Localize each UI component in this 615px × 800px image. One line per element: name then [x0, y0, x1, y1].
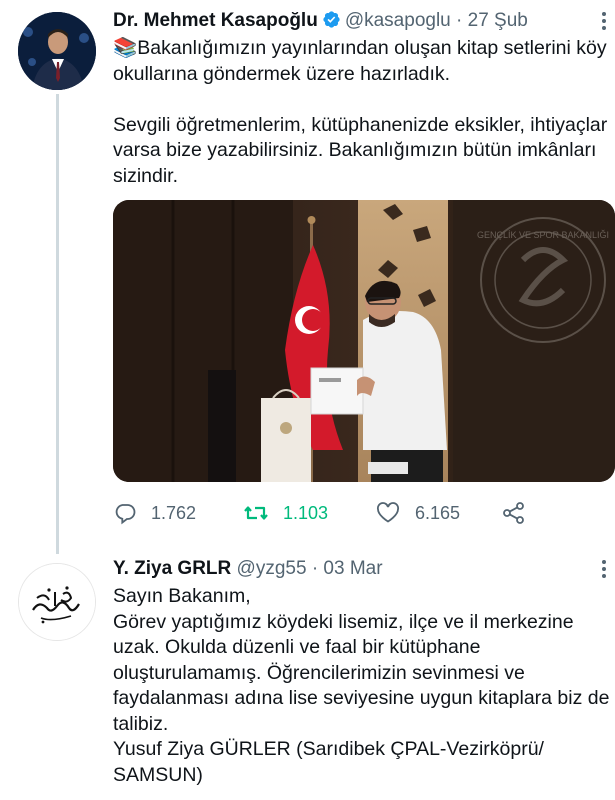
tweet1-text: 📚Bakanlığımızın yayınlarından oluşan kit… [113, 36, 613, 189]
tweet-photo[interactable]: GENÇLİK VE SPOR BAKANLIĞI [113, 200, 615, 482]
more-icon[interactable] [601, 560, 607, 582]
reply-button[interactable]: 1.762 [113, 497, 196, 529]
like-button[interactable]: 6.165 [375, 497, 460, 529]
retweet-count: 1.103 [283, 502, 329, 523]
share-icon [503, 502, 524, 524]
tweet-date[interactable]: 03 Mar [323, 558, 382, 579]
reply-icon [115, 504, 136, 525]
retweet-button[interactable]: 1.103 [243, 497, 328, 529]
tweet2-header: Y. Ziya GRLR @yzg55 · 03 Mar [113, 556, 383, 582]
separator: · [311, 558, 319, 579]
author-handle[interactable]: @kasapoglu [345, 10, 451, 31]
retweet-icon [244, 506, 268, 520]
tweet2-text: Sayın Bakanım, Görev yaptığımız köydeki … [113, 585, 610, 786]
like-count: 6.165 [415, 502, 461, 523]
tweet1-text-line2: Sevgili öğretmenlerim, kütüphanenizde ek… [113, 113, 608, 187]
like-icon [377, 502, 399, 523]
tweet1-actions: 1.762 1.103 6.165 [113, 497, 615, 529]
more-icon[interactable] [601, 12, 607, 34]
share-button[interactable] [501, 497, 541, 529]
reply-count: 1.762 [151, 502, 197, 523]
tweet1-header: Dr. Mehmet Kasapoğlu @kasapoglu · 27 Şub [113, 8, 528, 34]
avatar-kasapoglu[interactable] [18, 12, 96, 90]
emblem-text: GENÇLİK VE SPOR BAKANLIĞI [477, 230, 609, 240]
tweet1-text-line1: 📚Bakanlığımızın yayınlarından oluşan kit… [113, 37, 607, 85]
author-handle[interactable]: @yzg55 [237, 558, 307, 579]
author-name[interactable]: Dr. Mehmet Kasapoğlu [113, 10, 318, 31]
separator: · [456, 10, 463, 31]
verified-badge-icon [323, 11, 340, 28]
author-name[interactable]: Y. Ziya GRLR [113, 558, 231, 579]
avatar-yzg55[interactable] [18, 563, 96, 641]
tweet-date[interactable]: 27 Şub [468, 10, 528, 31]
thread-line [56, 94, 59, 554]
